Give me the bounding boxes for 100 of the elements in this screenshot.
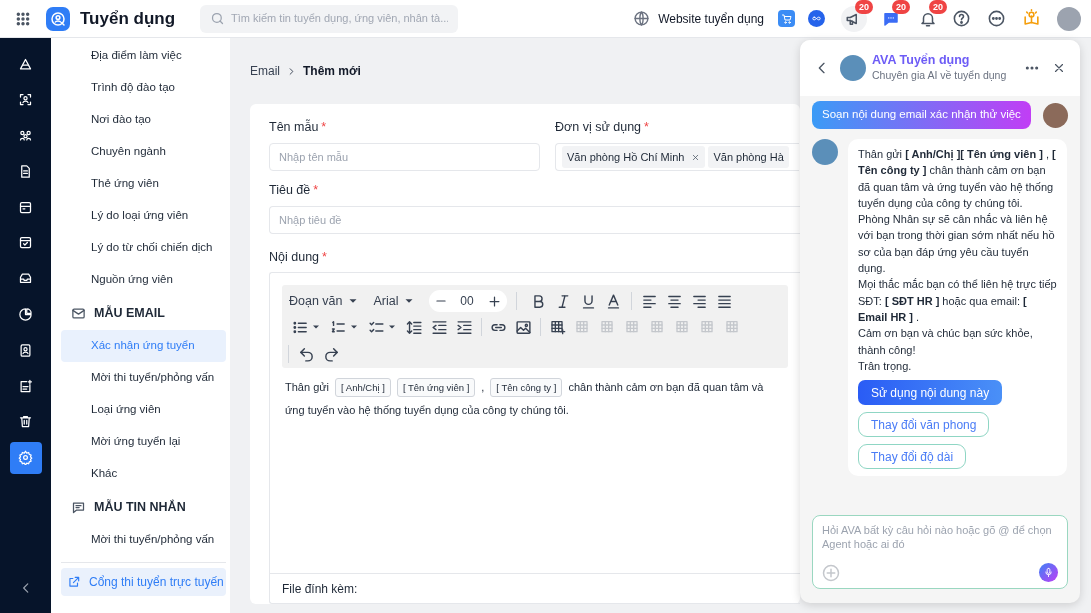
required-mark: * [322, 248, 327, 266]
help-icon[interactable] [952, 9, 971, 28]
unit-tag: Văn phòng Hà [708, 146, 789, 168]
bot-message-text: Trân trọng. [858, 358, 913, 374]
indent-icon[interactable] [456, 318, 473, 336]
breadcrumb-current: Thêm mới [303, 63, 361, 80]
plus-icon[interactable] [486, 293, 502, 309]
notification-count: 20 [892, 0, 910, 14]
use-content-button[interactable]: Sử dụng nội dung này [858, 380, 1003, 406]
notification-count: 20 [855, 0, 873, 14]
microphone-button[interactable] [1039, 563, 1058, 582]
font-dropdown[interactable]: Arial [372, 290, 417, 312]
sidebar-item[interactable]: Mời thi tuyển/phỏng vấn [61, 362, 226, 394]
chat-message-icon [71, 499, 86, 515]
placeholder-chip: [ Tên ứng viên ] [396, 378, 476, 397]
more-icon[interactable] [987, 9, 1006, 28]
infinity-logo-icon[interactable] [808, 10, 825, 27]
group-icon [18, 128, 33, 144]
template-name-field[interactable]: Nhập tên mẫu [269, 143, 540, 171]
search-field[interactable]: Tìm kiếm tin tuyển dụng, ứng viên, nhân tà... [200, 4, 459, 33]
body-text: ứng tuyển vào hệ thống tuyển dụng của công ty chúng tôi. [285, 403, 569, 418]
user-message: Soạn nội dung email xác nhận thử việc [812, 101, 1031, 129]
sidebar-item[interactable]: Mời ứng tuyển lại [61, 426, 226, 458]
field-label: Nội dung [269, 248, 320, 266]
attachment-label: File đính kèm: [282, 580, 358, 598]
rail-button[interactable] [9, 441, 42, 474]
sidebar-item[interactable]: Loại ứng viên [61, 394, 226, 426]
sidebar-item[interactable]: Nơi đào tạo [61, 104, 226, 136]
breadcrumb-link[interactable]: Email [250, 62, 280, 80]
sidebar-item[interactable]: Địa điểm làm việc [61, 40, 226, 72]
section-heading: MẪU EMAIL [94, 304, 165, 322]
assistant-subtitle: Chuyên gia AI về tuyển dụng [872, 67, 1007, 83]
section-heading: MẪU TIN NHẮN [94, 498, 186, 516]
bot-message-text: Cảm ơn bạn và chúc bạn sức khỏe, thành công! [858, 326, 1034, 358]
required-mark: * [321, 118, 327, 136]
close-icon[interactable] [1052, 61, 1066, 75]
trash-icon [18, 414, 33, 430]
external-link-icon [67, 575, 81, 589]
app-title: Tuyển dụng [80, 7, 176, 30]
bot-avatar [840, 55, 866, 81]
sidebar-item[interactable]: Khác [61, 458, 226, 490]
sidebar-item[interactable]: Trình độ đào tạo [61, 72, 226, 104]
microphone-icon [1043, 567, 1054, 578]
line-height-icon[interactable] [406, 318, 423, 336]
insert-table-icon[interactable] [549, 319, 566, 335]
font-size-value: 00 [460, 293, 474, 310]
contact-card-icon [18, 342, 33, 358]
subject-field[interactable]: Nhập tiêu đề [269, 206, 800, 234]
required-mark: * [313, 181, 319, 199]
note-add-icon [18, 378, 33, 394]
bot-message-text: Phòng Nhân sự sẽ cân nhắc và liên hệ với bạn trong thời gian sớm nhất nếu hồ sơ của bạn đáp ứng yêu cầu tuyển dụng. [858, 212, 1056, 277]
user-avatar [1043, 102, 1068, 128]
face-scan-icon [18, 92, 33, 108]
notification-count: 20 [929, 0, 947, 14]
block-format-dropdown[interactable]: Đoạn văn [288, 290, 361, 312]
bot-message-text: Thân gửi [ Anh/Chị ][ Tên ứng viên ] , [ Tên công ty ] chân thành cảm ơn bạn đã quan tâm và ứng tuyển vào hệ thống tuyển dụng của công ty chúng tôi. [858, 147, 1057, 211]
assistant-name: AVA Tuyển dụng [872, 52, 971, 68]
unit-select-field[interactable]: Văn phòng Hồ Chí Minh Văn phòng Hà [555, 143, 799, 171]
shopping-cart-icon[interactable] [778, 10, 795, 27]
body-text: , [481, 380, 485, 395]
redo-icon[interactable] [323, 345, 340, 363]
remove-icon[interactable] [691, 152, 701, 162]
required-mark: * [644, 118, 649, 136]
bot-avatar [812, 139, 838, 165]
image-icon[interactable] [515, 318, 532, 336]
search-input[interactable]: Tìm kiếm tin tuyển dụng, ứng viên, nhân tà... [231, 10, 449, 27]
bot-message-text: Mọi thắc mắc bạn có thể liên hệ trực tiếp SĐT: [ SĐT HR ] hoặc qua email: [ Email HR ] . [858, 277, 1057, 325]
sidebar-item[interactable]: Mời thi tuyển/phỏng vấn [61, 524, 226, 556]
field-label: Tiêu đề [269, 181, 311, 199]
chat-input-field[interactable]: Hỏi AVA bất kỳ câu hỏi nào hoặc gõ @ để chọn Agent hoặc ai đó [822, 523, 1058, 555]
font-size-stepper[interactable]: 00 [428, 290, 507, 312]
document-icon [18, 163, 33, 179]
website-link[interactable]: Website tuyển dụng [658, 9, 764, 28]
rich-text-editor[interactable]: Đoạn văn Arial 00 Thân gửi [ Anh/Chị ] [ Tên ứng viên ] , [ Tên công ty ] chân thành cảm ơn bạn đã quan tâm và ứng tuyển vào hệ thống tuyển dụng của công ty chúng tôi. File đính kèm: [269, 272, 800, 604]
suggestion-button[interactable]: Thay đổi văn phong [858, 412, 990, 438]
body-text: Thân gửi [285, 380, 330, 395]
field-label: Tên mẫu [269, 118, 319, 136]
field-label: Đơn vị sử dụng [555, 118, 642, 136]
sidebar-item[interactable]: Lý do loại ứng viên [61, 200, 226, 232]
apps-grid-icon[interactable] [15, 10, 31, 27]
triangle-icon [18, 56, 33, 72]
settings-icon [18, 450, 33, 466]
body-text: chân thành cảm ơn bạn đã quan tâm và [568, 380, 764, 395]
mail-icon [71, 305, 86, 321]
sidebar-item[interactable]: Xác nhận ứng tuyển [61, 330, 226, 362]
unit-tag: Văn phòng Hồ Chí Minh [562, 146, 706, 168]
checklist-icon [18, 235, 33, 251]
pie-chart-icon [18, 307, 33, 323]
suggestion-button[interactable]: Thay đổi độ dài [858, 444, 967, 470]
sidebar-item[interactable]: Chuyên ngành [61, 136, 226, 168]
placeholder-chip: [ Tên công ty ] [490, 378, 563, 397]
undo-icon[interactable] [298, 345, 315, 363]
placeholder-chip: [ Anh/Chị ] [335, 378, 391, 397]
chat-input-box[interactable]: Hỏi AVA bất kỳ câu hỏi nào hoặc gõ @ để chọn Agent hoặc ai đó [812, 515, 1068, 589]
sidebar-item[interactable]: Thẻ ứng viên [61, 168, 226, 200]
sidebar-item[interactable]: Nguồn ứng viên [61, 264, 226, 296]
portal-link[interactable]: Cổng thi tuyển trực tuyến [61, 568, 226, 596]
search-icon [210, 11, 226, 26]
sidebar-item[interactable]: Lý do từ chối chiến dịch [61, 232, 226, 264]
outdent-icon[interactable] [431, 318, 448, 336]
